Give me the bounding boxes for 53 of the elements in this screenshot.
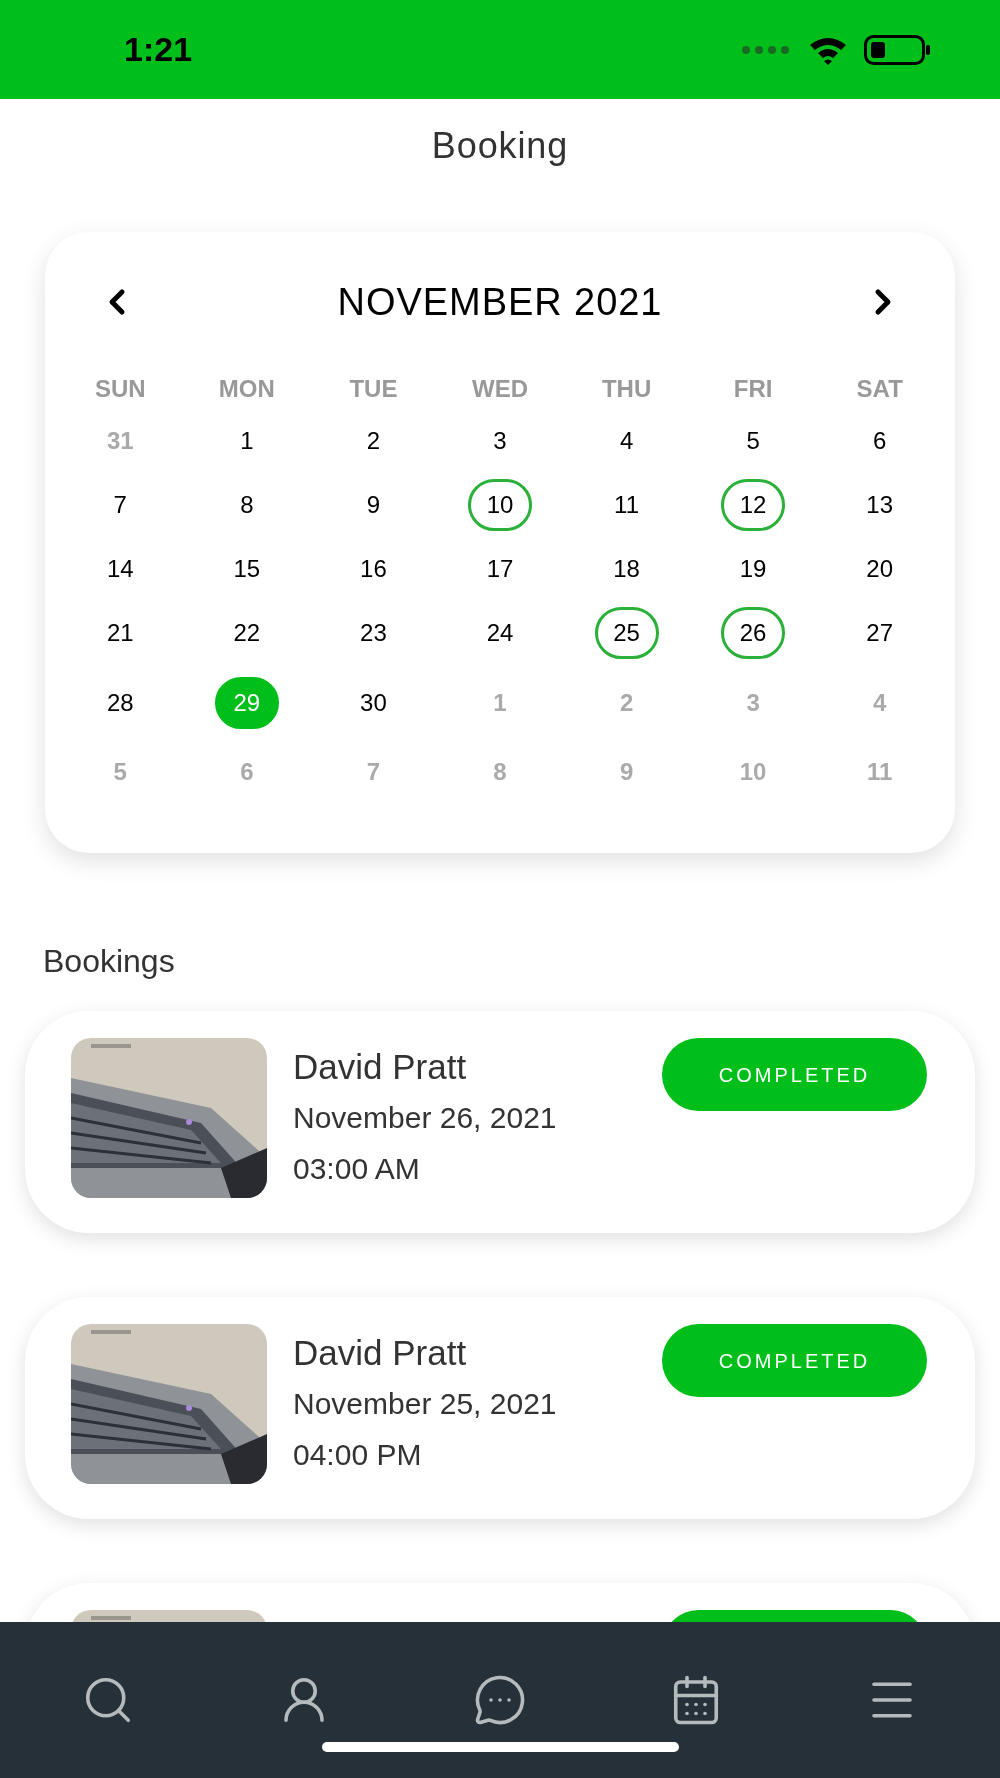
calendar-day[interactable]: 5 bbox=[721, 415, 786, 467]
status-badge: COMPLETED bbox=[662, 1324, 927, 1397]
booking-card[interactable]: David Pratt November 25, 2021 04:00 PM COMPLETED bbox=[25, 1297, 975, 1519]
calendar-day[interactable]: 28 bbox=[88, 676, 153, 729]
calendar-day[interactable]: 18 bbox=[594, 543, 659, 595]
booking-date: November 26, 2021 bbox=[293, 1100, 558, 1136]
booking-card[interactable]: David Pratt November 26, 2021 03:00 AM COMPLETED bbox=[25, 1011, 975, 1233]
calendar-day[interactable]: 12 bbox=[721, 479, 786, 531]
calendar-day[interactable]: 24 bbox=[468, 607, 532, 659]
calendar-day[interactable]: 27 bbox=[847, 607, 912, 659]
calendar-day[interactable]: 9 bbox=[341, 479, 406, 531]
calendar-day[interactable]: 6 bbox=[847, 415, 912, 467]
booking-date: November 25, 2021 bbox=[293, 1386, 558, 1422]
calendar-day[interactable]: 30 bbox=[341, 676, 406, 729]
section-title: Bookings bbox=[43, 942, 176, 981]
booking-time: 04:00 PM bbox=[293, 1437, 423, 1473]
page-title: Booking bbox=[431, 124, 569, 168]
calendar-day[interactable]: 14 bbox=[88, 543, 153, 595]
chat-bubble-icon bbox=[473, 1673, 527, 1727]
calendar-day[interactable]: 21 bbox=[88, 607, 153, 659]
weekday-label: SAT bbox=[856, 374, 903, 404]
calendar-day[interactable]: 26 bbox=[721, 607, 786, 659]
status-time: 1:21 bbox=[124, 29, 193, 70]
calendar-day[interactable]: 15 bbox=[214, 543, 279, 595]
calendar-day[interactable]: 13 bbox=[847, 479, 912, 531]
calendar-day[interactable]: 22 bbox=[214, 607, 279, 659]
weekday-label: MON bbox=[218, 374, 275, 404]
calendar-day[interactable]: 4 bbox=[594, 415, 659, 467]
calendar-day[interactable]: 8 bbox=[214, 479, 279, 531]
calendar-day[interactable]: 10 bbox=[468, 479, 532, 531]
calendar-day[interactable]: 25 bbox=[594, 607, 659, 659]
battery-icon bbox=[864, 34, 930, 65]
calendar-day[interactable]: 17 bbox=[468, 543, 532, 595]
calendar-day[interactable]: 19 bbox=[721, 543, 786, 595]
signal-icon bbox=[742, 45, 792, 54]
calendar-day[interactable]: 16 bbox=[341, 543, 406, 595]
booking-time: 03:00 AM bbox=[293, 1151, 421, 1187]
weekday-label: THU bbox=[601, 374, 652, 404]
calendar-day[interactable]: 2 bbox=[341, 415, 406, 467]
calendar-day[interactable]: 23 bbox=[341, 607, 406, 659]
calendar-day[interactable]: 3 bbox=[468, 415, 532, 467]
weekday-label: TUE bbox=[349, 374, 398, 404]
weekday-label: SUN bbox=[94, 374, 146, 404]
month-title: NOVEMBER 2021 bbox=[337, 279, 663, 325]
calendar-day[interactable]: 20 bbox=[847, 543, 912, 595]
calendar-day[interactable]: 7 bbox=[88, 479, 153, 531]
client-name: David Pratt bbox=[293, 1332, 468, 1374]
weekday-label: WED bbox=[472, 374, 528, 404]
weekday-label: FRI bbox=[733, 374, 773, 404]
client-name: David Pratt bbox=[293, 1046, 468, 1088]
calendar-day[interactable]: 11 bbox=[594, 479, 659, 531]
calendar-day[interactable]: 1 bbox=[214, 415, 279, 467]
status-badge: COMPLETED bbox=[662, 1038, 927, 1111]
